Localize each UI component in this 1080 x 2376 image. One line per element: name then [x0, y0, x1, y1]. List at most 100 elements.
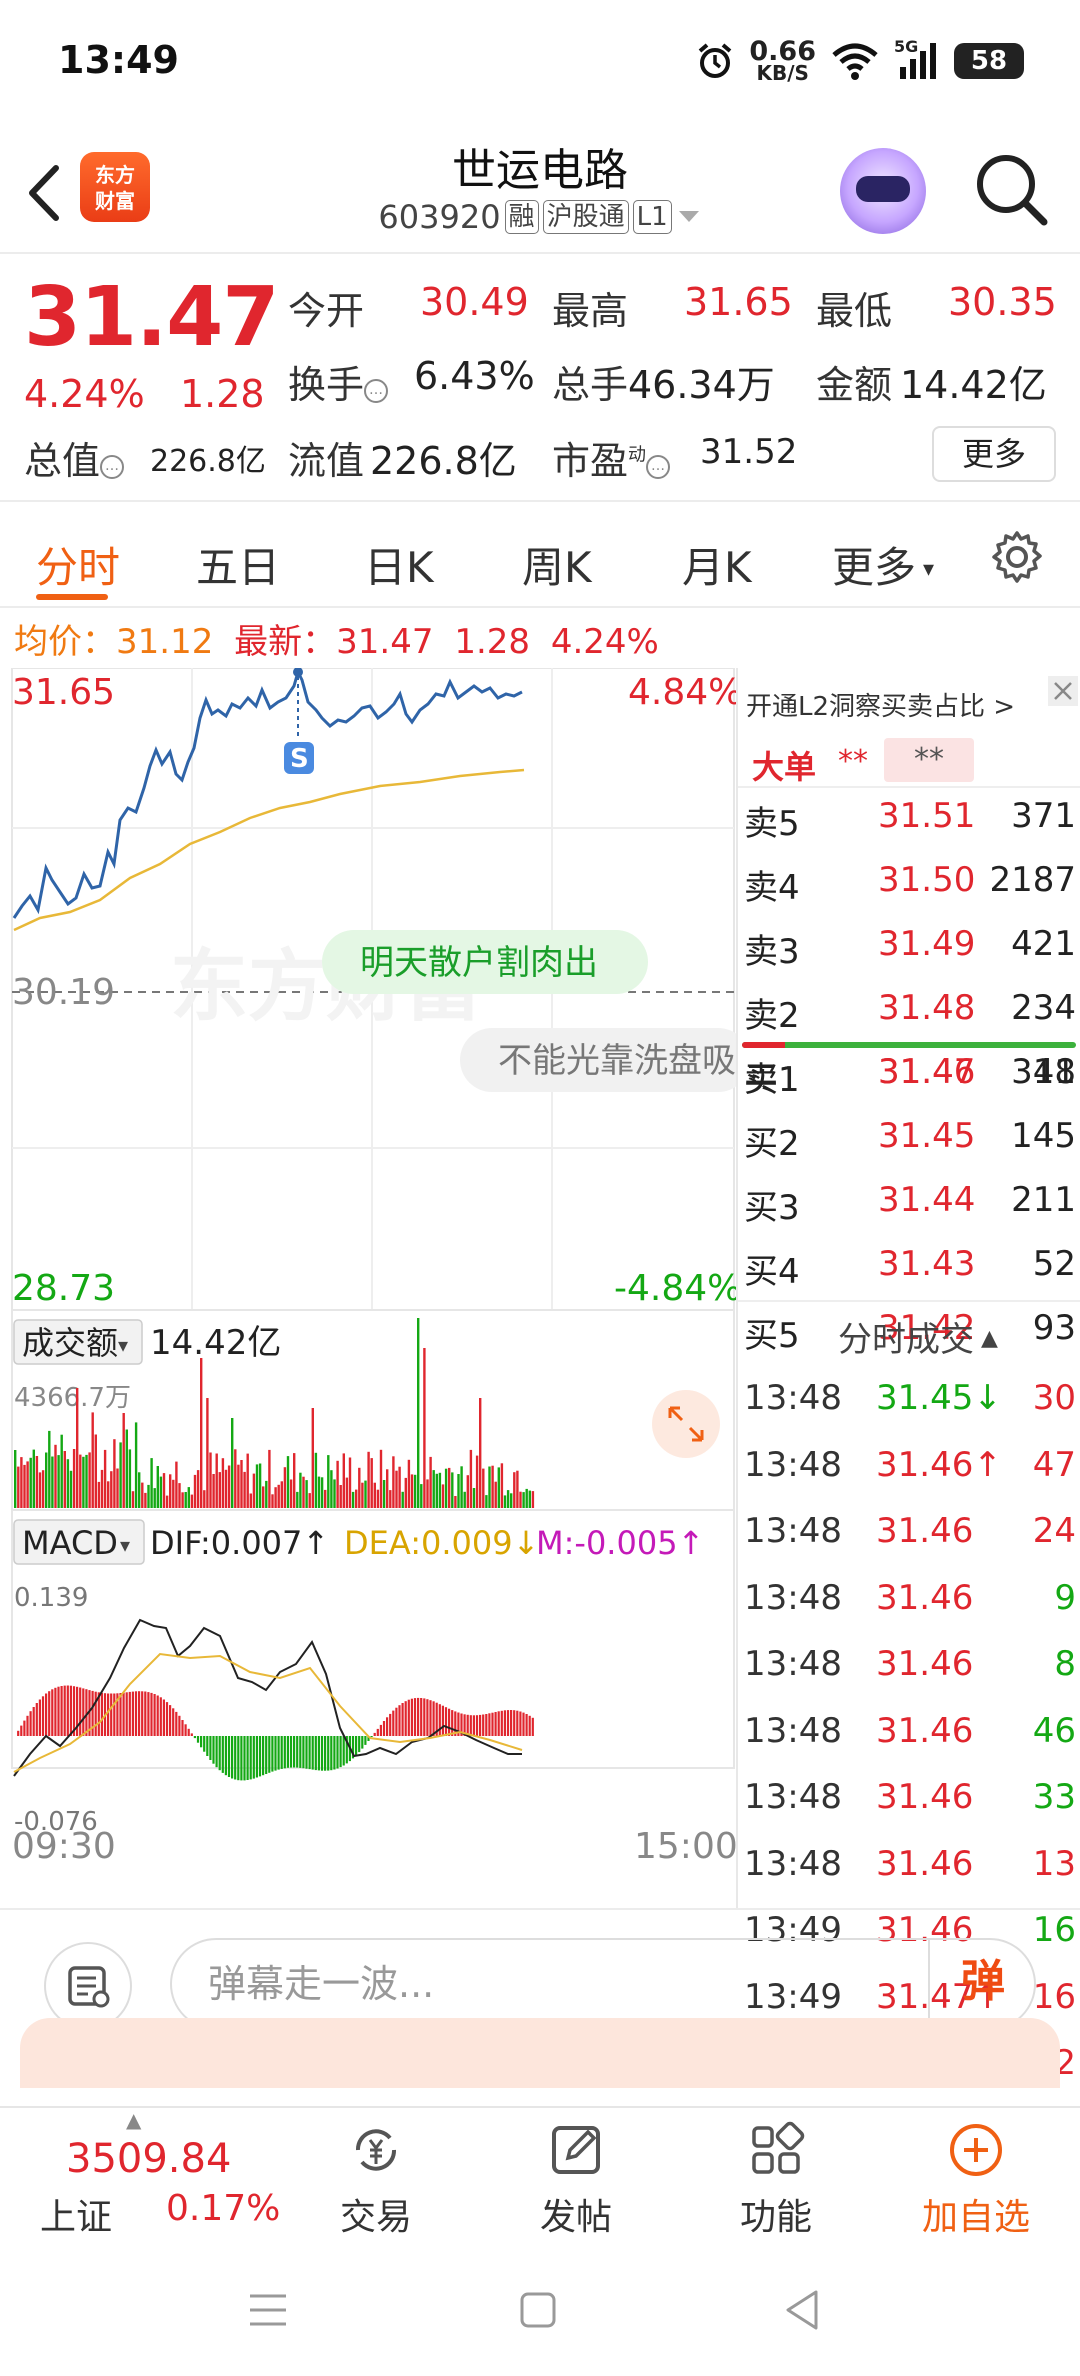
volume-bar	[97, 1481, 101, 1508]
menu-icon[interactable]	[246, 2290, 290, 2330]
ask-row[interactable]: 卖5 31.51 371	[738, 796, 1080, 844]
volume-bar	[382, 1480, 386, 1508]
macd-bar	[522, 1712, 525, 1736]
gear-icon[interactable]	[990, 530, 1044, 584]
macd-bar	[94, 1691, 97, 1736]
macd-bar	[38, 1699, 41, 1736]
macd-bar	[528, 1715, 531, 1736]
volume-bar	[79, 1454, 82, 1508]
assistant-robot-icon[interactable]	[840, 148, 926, 234]
tab-five-day[interactable]: 五日	[196, 534, 280, 595]
volume-bar	[82, 1456, 85, 1508]
trade-volume: 13	[1032, 1843, 1076, 1884]
macd-bar	[299, 1736, 302, 1768]
trade-time: 13:48	[744, 1511, 842, 1551]
ask-price: 31.50	[878, 860, 976, 900]
nav-add-watchlist[interactable]: 加自选	[906, 2118, 1046, 2240]
intraday-chart-canvas[interactable]: 东方财富 S 31.65 4.84% 30.19 28.73 -4.84% 明天…	[0, 667, 750, 1908]
volume-bar	[150, 1458, 153, 1508]
expand-icon[interactable]	[652, 1390, 720, 1458]
bid-row[interactable]: 买2 31.45 145	[738, 1116, 1080, 1164]
volume-bar	[35, 1456, 39, 1508]
info-icon[interactable]: …	[100, 455, 125, 479]
chevron-down-icon[interactable]	[676, 207, 702, 227]
macd-bar	[336, 1736, 339, 1769]
trade-time: 13:48	[744, 1710, 842, 1751]
trade-volume: 24	[1032, 1511, 1076, 1551]
bid-row[interactable]: 买4 31.43 52	[738, 1244, 1080, 1292]
macd-bar	[175, 1711, 178, 1736]
volume-bar	[355, 1489, 358, 1508]
info-icon[interactable]: …	[364, 379, 389, 403]
volume-bar	[48, 1430, 51, 1508]
volume-bar	[413, 1474, 417, 1508]
ask-row[interactable]: 卖2 31.48 234	[738, 988, 1080, 1036]
info-icon[interactable]: …	[646, 455, 671, 479]
volume-bar	[305, 1480, 308, 1508]
bid-level-label: 买5	[744, 1316, 800, 1356]
volume-bar	[178, 1483, 181, 1508]
more-stats-button[interactable]: 更多	[932, 426, 1056, 482]
macd-bar	[48, 1691, 51, 1736]
volume-bar	[491, 1465, 494, 1508]
macd-bar	[193, 1736, 196, 1739]
nav-trade[interactable]: 交易	[306, 2118, 446, 2240]
volume-bar	[165, 1495, 169, 1508]
trade-row: 13:48 31.46 24	[738, 1511, 1080, 1561]
macd-dif: DIF:0.007↑	[150, 1524, 329, 1562]
search-icon[interactable]	[972, 150, 1052, 230]
intraday-chart[interactable]: 东方财富 S 31.65 4.84% 30.19 28.73 -4.84% 明天…	[0, 667, 750, 1908]
nav-functions[interactable]: 功能	[706, 2118, 846, 2240]
volume-bar	[448, 1467, 451, 1508]
close-icon[interactable]	[1048, 676, 1078, 706]
home-icon[interactable]	[516, 2288, 560, 2332]
macd-bar	[426, 1699, 429, 1736]
volume-bar	[268, 1449, 271, 1508]
tab-monthly-k[interactable]: 月K	[682, 534, 752, 595]
trades-header[interactable]: 分时成交 ▲	[838, 1312, 998, 1361]
volume-bar	[200, 1358, 203, 1508]
bid-level-label: 买2	[744, 1124, 800, 1164]
bottom-nav: ▲ 3509.84 上证 0.17% 交易 发帖 功能 加自选	[0, 2106, 1080, 2244]
trade-row: 13:48 31.46 9	[738, 1578, 1080, 1628]
back-nav-icon[interactable]	[780, 2286, 824, 2334]
chart-low-price: 28.73	[12, 1268, 115, 1309]
volume-bar	[162, 1473, 166, 1508]
volume-bar	[20, 1457, 23, 1508]
svg-text:▾: ▾	[120, 1533, 130, 1557]
macd-bar	[441, 1705, 444, 1736]
bid-row[interactable]: 买1 31.46 18	[738, 1052, 1080, 1100]
volume-bar	[128, 1449, 132, 1508]
tab-more[interactable]: 更多 ▾	[832, 534, 934, 595]
stock-header: 东方 财富 世运电路 603920 融 沪股通 L1	[0, 120, 1080, 254]
macd-bar	[131, 1691, 134, 1736]
volume-bar	[153, 1488, 156, 1508]
index-ticker[interactable]: ▲ 3509.84 上证 0.17%	[0, 2108, 280, 2246]
tab-daily-k[interactable]: 日K	[364, 534, 434, 595]
chart-high-price: 31.65	[12, 672, 115, 713]
l2-upsell-banner[interactable]: 开通L2洞察买卖占比 >	[746, 686, 1015, 723]
bid-row[interactable]: 买3 31.44 211	[738, 1180, 1080, 1228]
macd-bar	[503, 1710, 506, 1736]
volume-bar	[249, 1493, 252, 1508]
volume-bar	[389, 1490, 392, 1508]
danmaku-send-button[interactable]: 弹	[928, 1938, 1036, 2030]
macd-bar	[20, 1725, 23, 1736]
volume-bar	[243, 1471, 246, 1508]
trade-time: 13:48	[744, 1378, 842, 1418]
last-price: 31.47	[24, 270, 279, 365]
ask-row[interactable]: 卖3 31.49 421	[738, 924, 1080, 972]
macd-bar	[274, 1736, 277, 1771]
nav-post[interactable]: 发帖	[506, 2118, 646, 2240]
ask-level-label: 卖5	[744, 804, 800, 844]
promo-banner[interactable]	[20, 2018, 1060, 2088]
tab-weekly-k[interactable]: 周K	[522, 534, 592, 595]
danmaku-input[interactable]: 弹幕走一波...	[170, 1938, 1036, 2030]
time-end: 15:00	[634, 1826, 736, 1867]
volume-bar	[345, 1477, 349, 1508]
macd-bar	[45, 1693, 48, 1736]
tab-intraday[interactable]: 分时	[36, 534, 120, 595]
ask-row[interactable]: 卖4 31.50 2187	[738, 860, 1080, 908]
high-field: 最高	[552, 289, 629, 333]
comment-list-icon[interactable]	[44, 1942, 132, 2030]
